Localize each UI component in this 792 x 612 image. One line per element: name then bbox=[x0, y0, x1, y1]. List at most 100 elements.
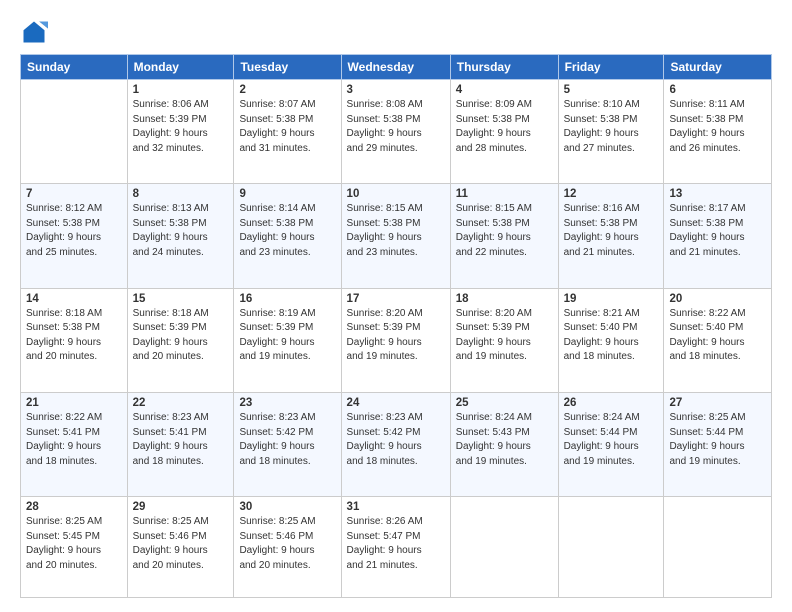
day-number: 10 bbox=[347, 188, 445, 200]
calendar-cell: 15 Sunrise: 8:18 AM Sunset: 5:39 PM Dayli… bbox=[127, 288, 234, 392]
calendar-cell: 10 Sunrise: 8:15 AM Sunset: 5:38 PM Dayli… bbox=[341, 184, 450, 288]
day-info: Sunrise: 8:25 AM Sunset: 5:44 PM Dayligh… bbox=[669, 411, 766, 469]
calendar-cell: 19Sunrise: 8:21 AM Sunset: 5:40 PM Dayli… bbox=[558, 288, 664, 392]
calendar-week-5: 28 Sunrise: 8:25 AM Sunset: 5:45 PM Dayli… bbox=[21, 497, 772, 598]
day-number: 22 bbox=[133, 397, 229, 409]
day-number: 6 bbox=[669, 84, 766, 96]
calendar-cell bbox=[450, 497, 558, 598]
day-info: Sunrise: 8:15 AM Sunset: 5:38 PM Dayligh… bbox=[456, 202, 553, 260]
calendar-cell: 13 Sunrise: 8:17 AM Sunset: 5:38 PM Dayli… bbox=[664, 184, 772, 288]
day-number: 9 bbox=[239, 188, 335, 200]
calendar-cell: 7 Sunrise: 8:12 AM Sunset: 5:38 PM Daylig… bbox=[21, 184, 128, 288]
day-number: 5 bbox=[564, 84, 659, 96]
calendar-cell: 20Sunrise: 8:22 AM Sunset: 5:40 PM Dayli… bbox=[664, 288, 772, 392]
day-number: 13 bbox=[669, 188, 766, 200]
day-info: Sunrise: 8:06 AM Sunset: 5:39 PM Dayligh… bbox=[133, 98, 229, 156]
day-number: 19 bbox=[564, 293, 659, 305]
calendar-cell: 22Sunrise: 8:23 AM Sunset: 5:41 PM Dayli… bbox=[127, 393, 234, 497]
day-info: Sunrise: 8:11 AM Sunset: 5:38 PM Dayligh… bbox=[669, 98, 766, 156]
calendar-table: SundayMondayTuesdayWednesdayThursdayFrid… bbox=[20, 54, 772, 598]
calendar-cell: 27Sunrise: 8:25 AM Sunset: 5:44 PM Dayli… bbox=[664, 393, 772, 497]
calendar-cell: 31 Sunrise: 8:26 AM Sunset: 5:47 PM Dayli… bbox=[341, 497, 450, 598]
day-info: Sunrise: 8:23 AM Sunset: 5:42 PM Dayligh… bbox=[347, 411, 445, 469]
day-number: 25 bbox=[456, 397, 553, 409]
calendar-cell: 17 Sunrise: 8:20 AM Sunset: 5:39 PM Dayli… bbox=[341, 288, 450, 392]
weekday-header-row: SundayMondayTuesdayWednesdayThursdayFrid… bbox=[21, 55, 772, 80]
calendar-cell: 3 Sunrise: 8:08 AM Sunset: 5:38 PM Daylig… bbox=[341, 80, 450, 184]
calendar-cell: 18 Sunrise: 8:20 AM Sunset: 5:39 PM Dayli… bbox=[450, 288, 558, 392]
calendar-cell: 11 Sunrise: 8:15 AM Sunset: 5:38 PM Dayli… bbox=[450, 184, 558, 288]
day-info: Sunrise: 8:19 AM Sunset: 5:39 PM Dayligh… bbox=[239, 307, 335, 365]
day-number: 18 bbox=[456, 293, 553, 305]
day-number: 7 bbox=[26, 188, 122, 200]
calendar-cell bbox=[664, 497, 772, 598]
calendar-cell: 14 Sunrise: 8:18 AM Sunset: 5:38 PM Dayli… bbox=[21, 288, 128, 392]
day-info: Sunrise: 8:17 AM Sunset: 5:38 PM Dayligh… bbox=[669, 202, 766, 260]
calendar-cell: 23 Sunrise: 8:23 AM Sunset: 5:42 PM Dayli… bbox=[234, 393, 341, 497]
day-info: Sunrise: 8:15 AM Sunset: 5:38 PM Dayligh… bbox=[347, 202, 445, 260]
day-number: 2 bbox=[239, 84, 335, 96]
day-info: Sunrise: 8:13 AM Sunset: 5:38 PM Dayligh… bbox=[133, 202, 229, 260]
calendar-week-4: 21 Sunrise: 8:22 AM Sunset: 5:41 PM Dayli… bbox=[21, 393, 772, 497]
day-info: Sunrise: 8:24 AM Sunset: 5:43 PM Dayligh… bbox=[456, 411, 553, 469]
day-number: 15 bbox=[133, 293, 229, 305]
day-number: 4 bbox=[456, 84, 553, 96]
day-number: 1 bbox=[133, 84, 229, 96]
calendar-week-3: 14 Sunrise: 8:18 AM Sunset: 5:38 PM Dayli… bbox=[21, 288, 772, 392]
day-number: 20 bbox=[669, 293, 766, 305]
calendar-week-2: 7 Sunrise: 8:12 AM Sunset: 5:38 PM Daylig… bbox=[21, 184, 772, 288]
day-info: Sunrise: 8:08 AM Sunset: 5:38 PM Dayligh… bbox=[347, 98, 445, 156]
calendar-cell: 4 Sunrise: 8:09 AM Sunset: 5:38 PM Daylig… bbox=[450, 80, 558, 184]
calendar-cell: 2Sunrise: 8:07 AM Sunset: 5:38 PM Daylig… bbox=[234, 80, 341, 184]
day-info: Sunrise: 8:23 AM Sunset: 5:42 PM Dayligh… bbox=[239, 411, 335, 469]
day-info: Sunrise: 8:20 AM Sunset: 5:39 PM Dayligh… bbox=[456, 307, 553, 365]
page: SundayMondayTuesdayWednesdayThursdayFrid… bbox=[0, 0, 792, 612]
day-number: 16 bbox=[239, 293, 335, 305]
calendar-week-1: 1 Sunrise: 8:06 AM Sunset: 5:39 PM Daylig… bbox=[21, 80, 772, 184]
day-number: 11 bbox=[456, 188, 553, 200]
header bbox=[20, 18, 772, 46]
weekday-wednesday: Wednesday bbox=[341, 55, 450, 80]
day-info: Sunrise: 8:12 AM Sunset: 5:38 PM Dayligh… bbox=[26, 202, 122, 260]
day-info: Sunrise: 8:20 AM Sunset: 5:39 PM Dayligh… bbox=[347, 307, 445, 365]
day-info: Sunrise: 8:09 AM Sunset: 5:38 PM Dayligh… bbox=[456, 98, 553, 156]
day-info: Sunrise: 8:25 AM Sunset: 5:46 PM Dayligh… bbox=[133, 515, 229, 573]
calendar-cell: 21 Sunrise: 8:22 AM Sunset: 5:41 PM Dayli… bbox=[21, 393, 128, 497]
day-number: 26 bbox=[564, 397, 659, 409]
calendar-cell: 25 Sunrise: 8:24 AM Sunset: 5:43 PM Dayli… bbox=[450, 393, 558, 497]
weekday-thursday: Thursday bbox=[450, 55, 558, 80]
day-number: 24 bbox=[347, 397, 445, 409]
day-info: Sunrise: 8:26 AM Sunset: 5:47 PM Dayligh… bbox=[347, 515, 445, 573]
calendar-cell bbox=[21, 80, 128, 184]
day-number: 23 bbox=[239, 397, 335, 409]
day-info: Sunrise: 8:25 AM Sunset: 5:45 PM Dayligh… bbox=[26, 515, 122, 573]
day-number: 28 bbox=[26, 501, 122, 513]
weekday-saturday: Saturday bbox=[664, 55, 772, 80]
day-number: 3 bbox=[347, 84, 445, 96]
day-info: Sunrise: 8:24 AM Sunset: 5:44 PM Dayligh… bbox=[564, 411, 659, 469]
calendar-cell: 16 Sunrise: 8:19 AM Sunset: 5:39 PM Dayli… bbox=[234, 288, 341, 392]
day-info: Sunrise: 8:18 AM Sunset: 5:38 PM Dayligh… bbox=[26, 307, 122, 365]
day-info: Sunrise: 8:22 AM Sunset: 5:41 PM Dayligh… bbox=[26, 411, 122, 469]
calendar-cell: 1 Sunrise: 8:06 AM Sunset: 5:39 PM Daylig… bbox=[127, 80, 234, 184]
day-number: 17 bbox=[347, 293, 445, 305]
day-number: 29 bbox=[133, 501, 229, 513]
day-number: 30 bbox=[239, 501, 335, 513]
calendar-cell: 28 Sunrise: 8:25 AM Sunset: 5:45 PM Dayli… bbox=[21, 497, 128, 598]
weekday-sunday: Sunday bbox=[21, 55, 128, 80]
calendar-body: 1 Sunrise: 8:06 AM Sunset: 5:39 PM Daylig… bbox=[21, 80, 772, 598]
calendar-cell: 30Sunrise: 8:25 AM Sunset: 5:46 PM Dayli… bbox=[234, 497, 341, 598]
weekday-friday: Friday bbox=[558, 55, 664, 80]
day-number: 21 bbox=[26, 397, 122, 409]
day-info: Sunrise: 8:10 AM Sunset: 5:38 PM Dayligh… bbox=[564, 98, 659, 156]
calendar-cell: 8Sunrise: 8:13 AM Sunset: 5:38 PM Daylig… bbox=[127, 184, 234, 288]
day-number: 31 bbox=[347, 501, 445, 513]
weekday-tuesday: Tuesday bbox=[234, 55, 341, 80]
calendar-cell: 9Sunrise: 8:14 AM Sunset: 5:38 PM Daylig… bbox=[234, 184, 341, 288]
calendar-cell bbox=[558, 497, 664, 598]
day-number: 14 bbox=[26, 293, 122, 305]
day-number: 12 bbox=[564, 188, 659, 200]
calendar-cell: 12Sunrise: 8:16 AM Sunset: 5:38 PM Dayli… bbox=[558, 184, 664, 288]
day-info: Sunrise: 8:18 AM Sunset: 5:39 PM Dayligh… bbox=[133, 307, 229, 365]
calendar-cell: 29 Sunrise: 8:25 AM Sunset: 5:46 PM Dayli… bbox=[127, 497, 234, 598]
